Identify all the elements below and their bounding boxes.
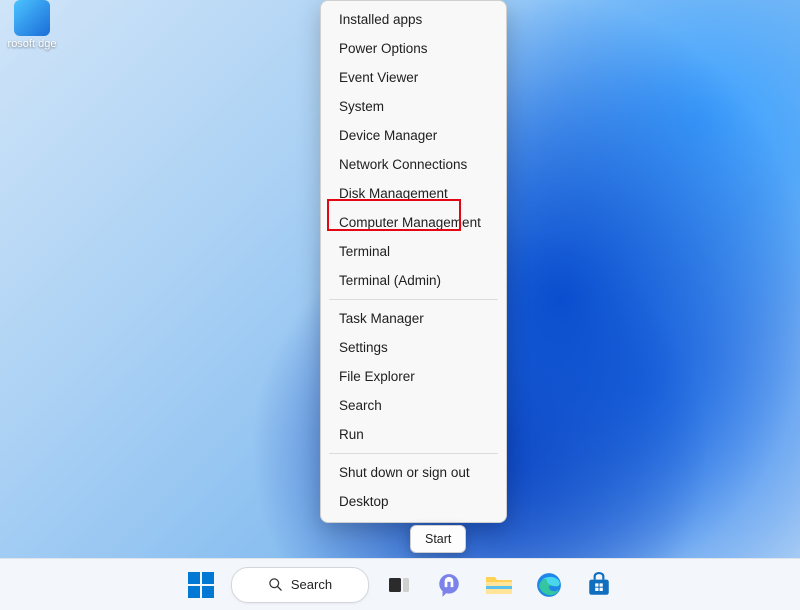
taskbar-edge[interactable]: [529, 565, 569, 605]
tooltip-start: Start: [410, 525, 466, 553]
store-icon: [586, 572, 612, 598]
menu-separator: [329, 299, 498, 300]
menu-item-device-manager[interactable]: Device Manager: [321, 121, 506, 150]
menu-item-system[interactable]: System: [321, 92, 506, 121]
file-explorer-icon: [485, 573, 513, 597]
taskbar-task-view[interactable]: [379, 565, 419, 605]
menu-item-search[interactable]: Search: [321, 391, 506, 420]
search-icon: [268, 577, 283, 592]
edge-icon: [14, 0, 50, 36]
windows-logo-icon: [188, 572, 214, 598]
taskbar: Search: [0, 558, 800, 610]
desktop-icon-edge[interactable]: rosoft dge: [2, 0, 62, 50]
taskbar-search-label: Search: [291, 577, 332, 592]
start-context-menu: Installed apps Power Options Event Viewe…: [320, 0, 507, 523]
menu-item-network-connections[interactable]: Network Connections: [321, 150, 506, 179]
taskbar-store[interactable]: [579, 565, 619, 605]
taskbar-chat[interactable]: [429, 565, 469, 605]
menu-item-desktop[interactable]: Desktop: [321, 487, 506, 516]
menu-item-power-options[interactable]: Power Options: [321, 34, 506, 63]
menu-item-run[interactable]: Run: [321, 420, 506, 449]
menu-item-terminal-admin[interactable]: Terminal (Admin): [321, 266, 506, 295]
menu-item-task-manager[interactable]: Task Manager: [321, 304, 506, 333]
menu-item-shutdown-signout[interactable]: Shut down or sign out: [321, 458, 506, 487]
desktop-icon-label: rosoft dge: [2, 38, 62, 50]
chat-icon: [436, 572, 462, 598]
taskbar-file-explorer[interactable]: [479, 565, 519, 605]
task-view-icon: [387, 573, 411, 597]
menu-separator: [329, 453, 498, 454]
edge-icon: [536, 572, 562, 598]
taskbar-search[interactable]: Search: [231, 567, 369, 603]
menu-item-disk-management[interactable]: Disk Management: [321, 179, 506, 208]
start-button[interactable]: [181, 565, 221, 605]
menu-item-installed-apps[interactable]: Installed apps: [321, 5, 506, 34]
menu-item-computer-management[interactable]: Computer Management: [321, 208, 506, 237]
menu-item-settings[interactable]: Settings: [321, 333, 506, 362]
menu-item-terminal[interactable]: Terminal: [321, 237, 506, 266]
menu-item-event-viewer[interactable]: Event Viewer: [321, 63, 506, 92]
menu-item-file-explorer[interactable]: File Explorer: [321, 362, 506, 391]
